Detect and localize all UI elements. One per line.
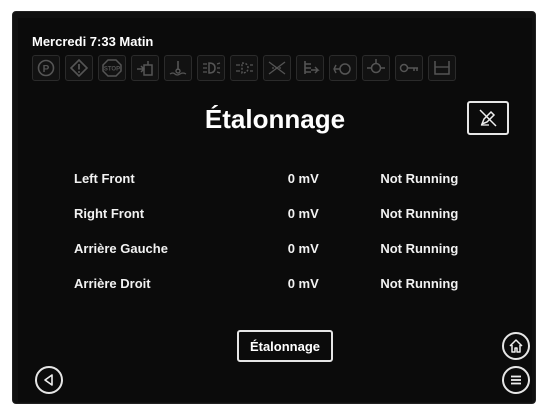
parking-brake-icon: P bbox=[32, 55, 60, 81]
clock: Mercredi 7:33 Matin bbox=[32, 34, 154, 49]
sensor-name: Arrière Droit bbox=[74, 276, 151, 291]
coolant-temp-icon bbox=[164, 55, 192, 81]
svg-text:P: P bbox=[43, 64, 50, 75]
display-screen: Mercredi 7:33 Matin P STOP Étalonnage Le… bbox=[18, 18, 532, 402]
sensor-row: Arrière Droit 0 mV Not Running bbox=[74, 266, 504, 301]
sensor-name: Left Front bbox=[74, 171, 135, 186]
sensor-status: Not Running bbox=[380, 241, 459, 256]
sensor-value: 0 mV bbox=[287, 206, 319, 221]
sensor-name: Right Front bbox=[74, 206, 145, 221]
page-title: Étalonnage bbox=[204, 104, 346, 134]
sensor-value: 0 mV bbox=[287, 171, 319, 186]
sensor-value: 0 mV bbox=[287, 241, 319, 256]
edit-off-icon bbox=[479, 109, 497, 127]
home-icon bbox=[509, 339, 523, 353]
sensor-status: Not Running bbox=[380, 206, 459, 221]
hand-tank-icon bbox=[131, 55, 159, 81]
status-icon-row: P STOP bbox=[32, 55, 456, 81]
exhaust-icon bbox=[263, 55, 291, 81]
menu-icon bbox=[511, 375, 521, 385]
back-triangle-icon bbox=[44, 374, 53, 386]
key-icon bbox=[395, 55, 423, 81]
sensor-table: Left Front 0 mV Not Running Right Front … bbox=[74, 161, 504, 301]
back-button[interactable] bbox=[35, 366, 63, 394]
sensor-value: 0 mV bbox=[287, 276, 319, 291]
lamp-icon bbox=[230, 55, 258, 81]
sensor-row: Right Front 0 mV Not Running bbox=[74, 196, 504, 231]
sensor-row: Arrière Gauche 0 mV Not Running bbox=[74, 231, 504, 266]
warning-icon bbox=[65, 55, 93, 81]
home-button[interactable] bbox=[502, 332, 530, 360]
oil-icon bbox=[296, 55, 324, 81]
sensor-status: Not Running bbox=[380, 171, 459, 186]
menu-button[interactable] bbox=[502, 366, 530, 394]
lights-icon bbox=[197, 55, 225, 81]
calibrate-button[interactable]: Étalonnage bbox=[237, 330, 333, 362]
sensor-row: Left Front 0 mV Not Running bbox=[74, 161, 504, 196]
edit-off-button[interactable] bbox=[467, 101, 509, 135]
filter-icon bbox=[362, 55, 390, 81]
pump-icon bbox=[329, 55, 357, 81]
stop-icon: STOP bbox=[98, 55, 126, 81]
sensor-status: Not Running bbox=[380, 276, 459, 291]
tank-icon bbox=[428, 55, 456, 81]
svg-text:STOP: STOP bbox=[104, 67, 120, 73]
sensor-name: Arrière Gauche bbox=[74, 241, 168, 256]
